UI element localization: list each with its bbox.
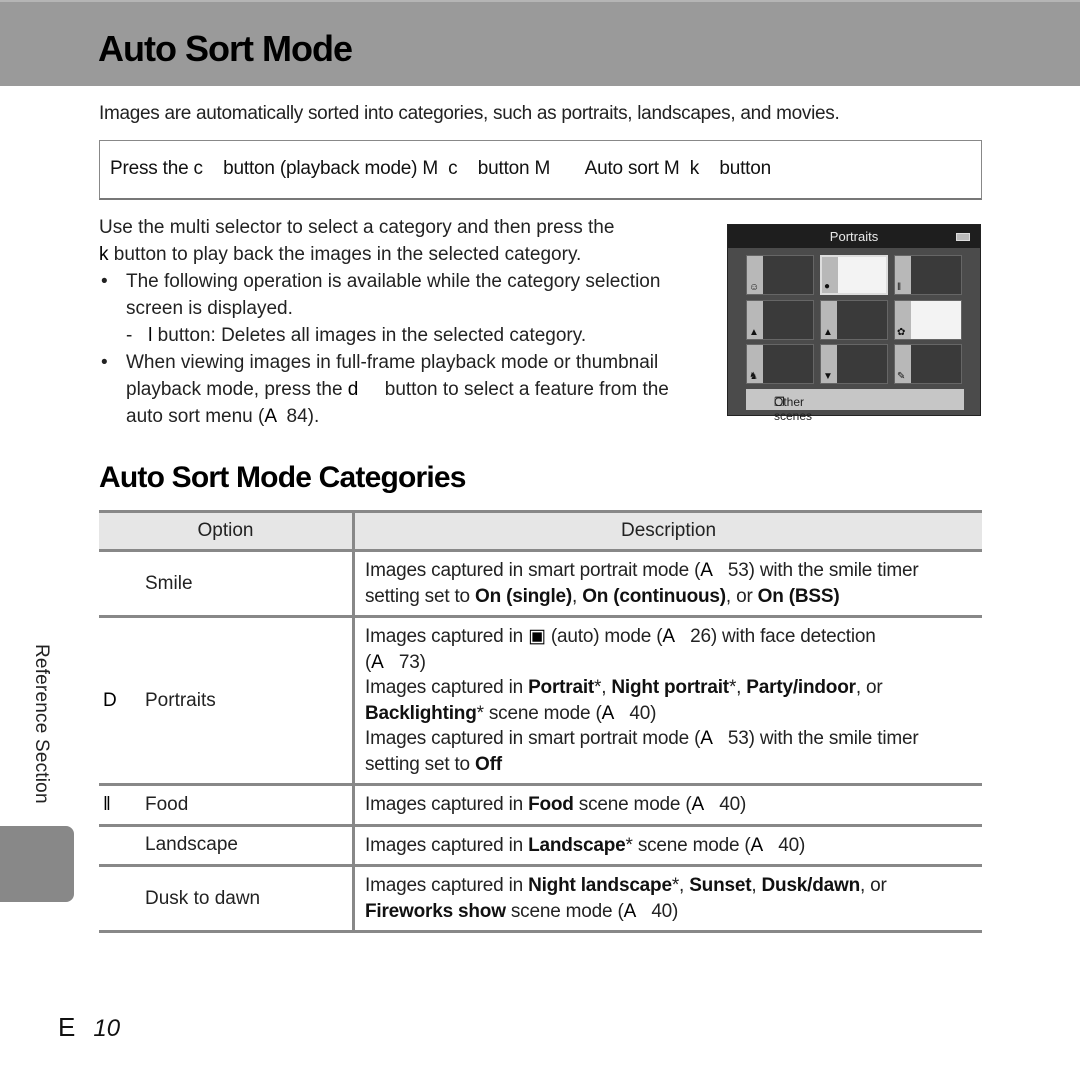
category-strip: ǁ (895, 256, 911, 294)
sub-item-text: button: Deletes all images in the select… (152, 325, 587, 346)
section-side-label: Reference Section (31, 644, 52, 804)
smile-icon: ☺ (749, 282, 760, 293)
category-strip: ▼ (821, 345, 837, 383)
menu-button-icon: d (347, 379, 359, 400)
section-title: Auto Sort Mode Categories (99, 461, 467, 494)
reference-section-icon: E (58, 1012, 76, 1042)
category-thumbnail: ☺ (746, 255, 814, 295)
table-row: Landscape Images captured in Landscape* s… (99, 825, 982, 867)
category-thumbnail: ▼ (820, 344, 888, 384)
option-label: Landscape (145, 834, 238, 856)
description-cell: Images captured in Landscape* scene mode… (353, 825, 982, 867)
navigation-path: Press the c button (playback mode) M c b… (110, 158, 771, 179)
option-cell: Dusk to dawn (99, 865, 355, 933)
dusk-icon: ▲ (823, 327, 833, 338)
landscape-icon: ▲ (749, 327, 759, 338)
instruction-line-2: k button to play back the images in the … (99, 241, 699, 268)
instructions: Use the multi selector to select a categ… (99, 214, 699, 430)
table-row: D Portraits Images captured in ▣ (auto) mo… (99, 616, 982, 786)
description-cell: Images captured in smart portrait mode (… (353, 550, 982, 618)
category-thumbnail: ✎ (894, 344, 962, 384)
category-thumbnail: ♞ (746, 344, 814, 384)
movie-icon: ▼ (823, 371, 833, 382)
option-cell: D Portraits (99, 616, 355, 786)
category-strip: ♞ (747, 345, 763, 383)
categories-table: Option Description Smile Images captured … (99, 510, 982, 933)
bullet-item: The following operation is available whi… (99, 268, 699, 322)
description-cell: Images captured in ▣ (auto) mode (A 26) … (353, 616, 982, 786)
intro-text: Images are automatically sorted into cat… (99, 103, 840, 124)
table-row: Smile Images captured in smart portrait m… (99, 550, 982, 618)
battery-icon (956, 233, 970, 241)
bullet-text: 84). (275, 406, 320, 427)
page-footer: E 10 (58, 1012, 120, 1043)
food-icon: ǁ (897, 282, 902, 293)
category-icon: ǁ (103, 793, 111, 815)
category-thumbnail: ● (820, 255, 888, 295)
option-label: Food (145, 793, 189, 815)
camera-screen-titlebar: Portraits (728, 225, 980, 248)
instruction-line-1: Use the multi selector to select a categ… (99, 217, 615, 238)
other-scenes-text: Other scenes (774, 395, 813, 423)
ok-button-icon: k (99, 244, 109, 265)
sub-item: - l button: Deletes all images in the se… (126, 325, 587, 346)
column-header-description: Description (353, 510, 982, 552)
category-icon: D (103, 689, 117, 711)
navigation-path-box: Press the c button (playback mode) M c b… (99, 140, 982, 200)
column-header-option: Option (99, 510, 355, 552)
option-label: Portraits (145, 689, 216, 711)
closeup-icon: ✿ (897, 327, 906, 338)
page-number: 10 (93, 1015, 121, 1042)
pet-icon: ♞ (749, 371, 758, 382)
table-row: Dusk to dawn Images captured in Night lan… (99, 865, 982, 933)
description-cell: Images captured in Food scene mode (A 40… (353, 784, 982, 827)
option-cell: Landscape (99, 825, 355, 867)
retouch-icon: ✎ (897, 371, 906, 382)
category-thumbnail: ▲ (746, 300, 814, 340)
instruction-line-2-text: button to play back the images in the se… (108, 244, 582, 265)
category-strip: ▲ (747, 301, 763, 339)
category-strip: ☺ (747, 256, 763, 294)
category-thumbnail: ✿ (894, 300, 962, 340)
other-scenes-button: ❐ Other scenes (746, 389, 964, 423)
category-strip: ● (822, 257, 838, 293)
page-title: Auto Sort Mode (98, 28, 353, 69)
page-ref-icon: A (264, 406, 276, 427)
category-strip: ▲ (821, 301, 837, 339)
description-cell: Images captured in Night landscape*, Sun… (353, 865, 982, 933)
page-header: Auto Sort Mode (0, 0, 1080, 86)
camera-screen-illustration: Portraits ☺ ● ǁ ▲ ▲ ✿ ♞ ▼ ✎ ❐ Other scenes (727, 224, 981, 423)
option-cell: ǁ Food (99, 784, 355, 827)
section-tab (0, 826, 74, 902)
camera-screen-title: Portraits (829, 229, 879, 244)
option-label: Smile (145, 572, 193, 594)
table-header-row: Option Description (99, 510, 982, 552)
category-strip: ✎ (895, 345, 911, 383)
option-cell: Smile (99, 550, 355, 618)
category-strip: ✿ (895, 301, 911, 339)
option-label: Dusk to dawn (145, 887, 261, 909)
portrait-icon: ● (824, 281, 831, 292)
category-thumbnail: ▲ (820, 300, 888, 340)
table-row: ǁ Food Images captured in Food scene mode … (99, 784, 982, 827)
category-thumbnail: ǁ (894, 255, 962, 295)
bullet-item: When viewing images in full-frame playba… (99, 349, 699, 430)
